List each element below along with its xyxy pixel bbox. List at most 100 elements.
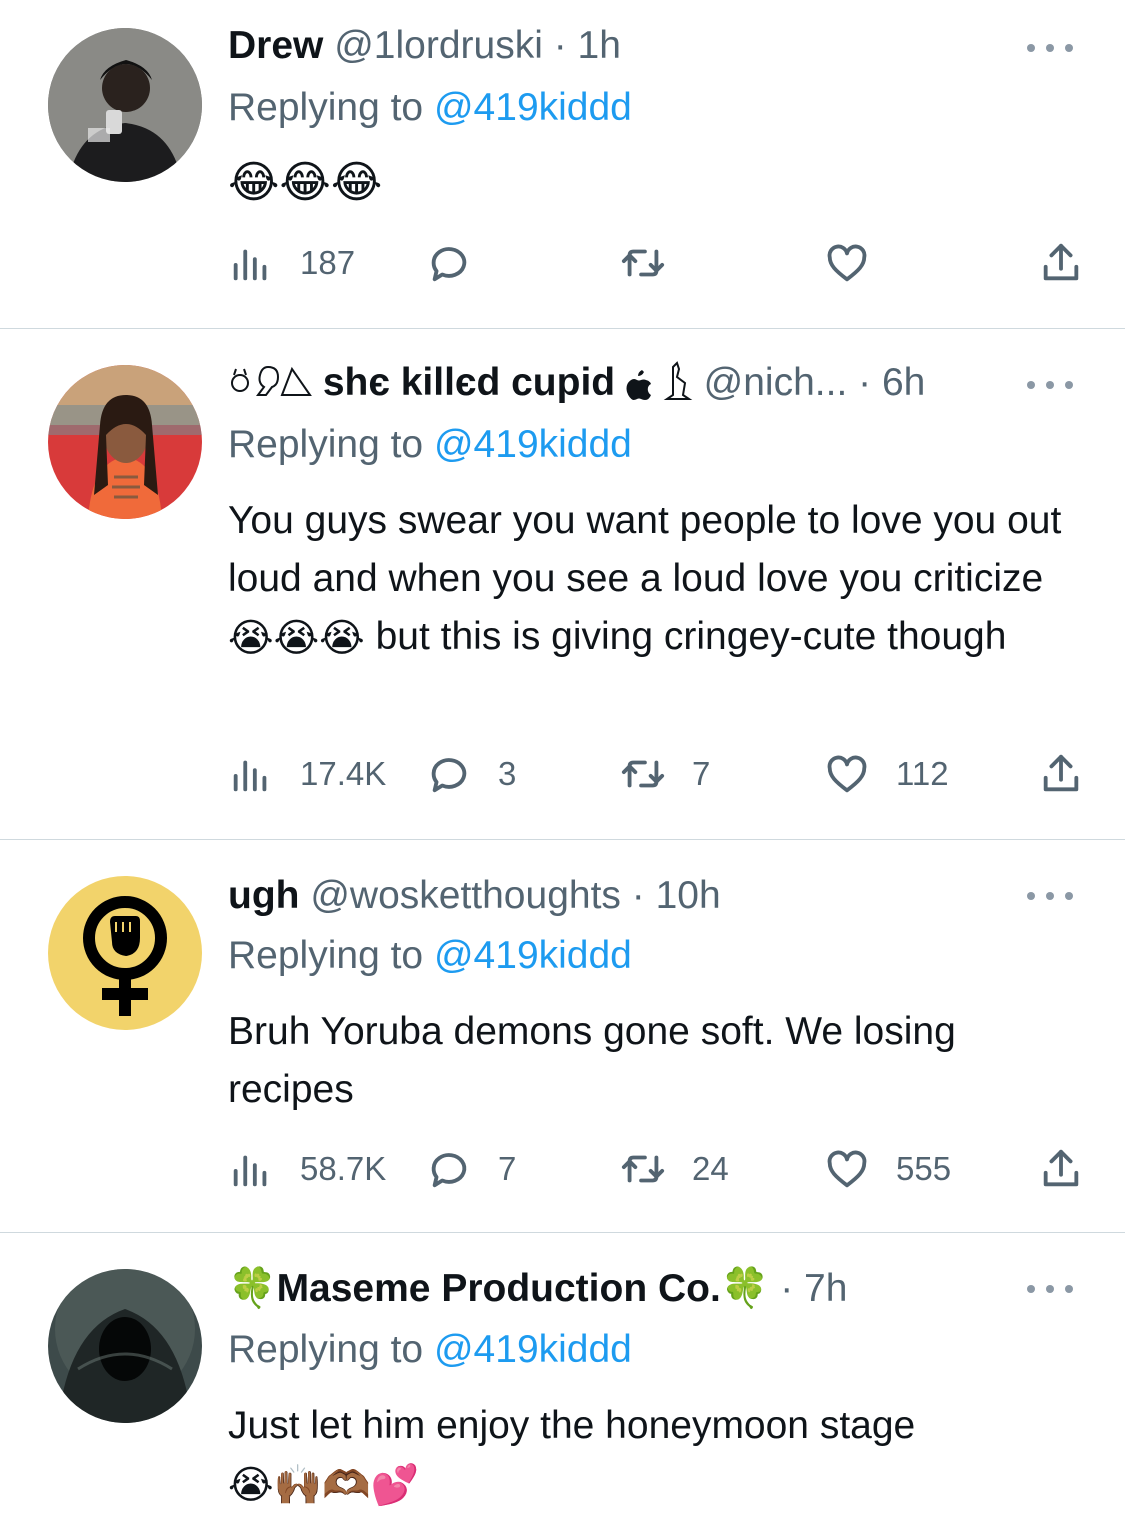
user-handle[interactable]: @1lordruski — [334, 24, 543, 67]
name-decoration — [663, 361, 693, 413]
clover-emoji: 🍀 — [720, 1267, 770, 1310]
tweet-text: Just let him enjoy the honeymoon stage 😭… — [228, 1397, 1088, 1515]
replying-to: Replying to @419kiddd — [228, 421, 632, 469]
reply-button[interactable]: 7 — [426, 1144, 516, 1194]
avatar[interactable] — [48, 876, 202, 1030]
retweet-button[interactable] — [620, 238, 692, 288]
retweet-button[interactable]: 7 — [620, 749, 710, 799]
views-button[interactable]: 187 — [228, 238, 355, 288]
like-icon — [827, 1150, 867, 1188]
emoji-line: 😭🙌🏾🫶🏾💕 — [228, 1455, 1088, 1515]
views-icon — [233, 760, 267, 792]
tweet-2[interactable]: shє killєd cupid @nich... · 6h Replying … — [0, 329, 1125, 839]
reply-count: 3 — [498, 755, 517, 792]
emoji: 😂 — [228, 158, 280, 208]
emoji: 😂 — [279, 158, 331, 208]
emoji: 😂 — [330, 158, 383, 208]
tweet-4[interactable]: 🍀Maseme Production Co.🍀 · 7h Replying to… — [0, 1233, 1125, 1537]
like-button[interactable] — [824, 238, 896, 288]
tweet-text: 😂😂😂 — [228, 152, 1077, 212]
replying-to: Replying to @419kiddd — [228, 1326, 632, 1374]
reply-count: 7 — [498, 1150, 517, 1187]
like-icon — [827, 755, 867, 793]
like-button[interactable]: 112 — [824, 749, 949, 799]
share-button[interactable] — [1038, 749, 1084, 799]
more-icon[interactable] — [1027, 1279, 1073, 1299]
views-count: 58.7K — [300, 1150, 387, 1187]
share-button[interactable] — [1038, 1144, 1084, 1194]
apple-icon — [626, 365, 652, 413]
emoji: 💕 — [370, 1463, 420, 1507]
share-icon — [1043, 1149, 1079, 1187]
tweet-text: Bruh Yoruba demons gone soft. We losing … — [228, 1010, 956, 1111]
retweet-icon — [621, 1155, 665, 1183]
replying-to-handle[interactable]: @419kiddd — [434, 423, 632, 466]
more-icon[interactable] — [1027, 38, 1073, 58]
name-decoration — [228, 361, 312, 413]
more-icon[interactable] — [1027, 375, 1073, 395]
views-button[interactable]: 58.7K — [228, 1144, 386, 1194]
timestamp[interactable]: · 10h — [632, 874, 721, 917]
emoji: 🙌🏾 — [273, 1463, 323, 1507]
views-button[interactable]: 17.4K — [228, 749, 386, 799]
replying-prefix: Replying to — [228, 423, 424, 466]
tweet-actions: 17.4K 3 7 112 — [228, 749, 1088, 799]
tweet-text-part: but this is giving cringey-cute though — [375, 615, 1007, 658]
reply-button[interactable] — [426, 238, 498, 288]
replying-prefix: Replying to — [228, 934, 424, 977]
tweet-header: shє killєd cupid @nich... · 6h — [228, 359, 1005, 419]
tweet-actions: 187 — [228, 238, 1088, 288]
replying-to: Replying to @419kiddd — [228, 84, 632, 132]
avatar[interactable] — [48, 28, 202, 182]
reply-icon — [431, 1153, 467, 1188]
tweet-text-line: Just let him enjoy the honeymoon stage — [228, 1404, 916, 1447]
share-icon — [1043, 754, 1079, 792]
timestamp[interactable]: · 6h — [858, 361, 925, 404]
retweet-count: 7 — [692, 755, 711, 792]
like-button[interactable]: 555 — [824, 1144, 951, 1194]
tweet-text: You guys swear you want people to love y… — [228, 492, 1088, 668]
display-name[interactable]: shє killєd cupid — [323, 361, 615, 404]
display-name[interactable]: ugh — [228, 874, 299, 917]
share-icon — [1043, 243, 1079, 281]
tweet-header: ugh @wosketthoughts · 10h — [228, 872, 1005, 932]
user-handle[interactable]: @wosketthoughts — [310, 874, 621, 917]
retweet-button[interactable]: 24 — [620, 1144, 729, 1194]
display-name[interactable]: Drew — [228, 24, 323, 67]
views-count: 17.4K — [300, 755, 387, 792]
clover-emoji: 🍀 — [228, 1267, 277, 1310]
replying-to-handle[interactable]: @419kiddd — [434, 86, 632, 129]
avatar[interactable] — [48, 365, 202, 519]
emoji: 😭 — [273, 616, 320, 660]
reply-button[interactable]: 3 — [426, 749, 516, 799]
retweet-icon — [621, 249, 665, 277]
emoji: 😭 — [228, 616, 274, 660]
tweet-text-part: You guys swear you want people to love y… — [228, 499, 1062, 600]
timestamp[interactable]: · 1h — [554, 24, 621, 67]
reply-icon — [431, 758, 467, 793]
emoji: 😭 — [228, 1463, 274, 1507]
timestamp[interactable]: · 7h — [780, 1267, 847, 1310]
share-button[interactable] — [1038, 238, 1084, 288]
tweet-header: 🍀Maseme Production Co.🍀 · 7h — [228, 1265, 1005, 1325]
tweet-header: Drew @1lordruski · 1h — [228, 22, 1005, 82]
replying-prefix: Replying to — [228, 86, 424, 129]
display-name[interactable]: Maseme Production Co. — [277, 1267, 721, 1310]
more-icon[interactable] — [1027, 886, 1073, 906]
replying-to-handle[interactable]: @419kiddd — [434, 1328, 632, 1371]
replying-prefix: Replying to — [228, 1328, 424, 1371]
tweet-actions: 58.7K 7 24 555 — [228, 1144, 1088, 1194]
emoji: 😭 — [319, 616, 365, 660]
avatar[interactable] — [48, 1269, 202, 1423]
tweet-3[interactable]: ugh @wosketthoughts · 10h Replying to @4… — [0, 840, 1125, 1232]
replying-to-handle[interactable]: @419kiddd — [434, 934, 632, 977]
tweet-1[interactable]: Drew @1lordruski · 1h Replying to @419ki… — [0, 0, 1125, 328]
emoji: 🫶🏾 — [322, 1463, 371, 1507]
views-count: 187 — [300, 244, 356, 281]
views-icon — [233, 249, 267, 281]
user-handle[interactable]: @nich... — [704, 361, 848, 404]
like-count: 555 — [896, 1150, 952, 1187]
retweet-icon — [621, 760, 665, 788]
reply-icon — [431, 247, 467, 282]
like-icon — [827, 244, 867, 282]
